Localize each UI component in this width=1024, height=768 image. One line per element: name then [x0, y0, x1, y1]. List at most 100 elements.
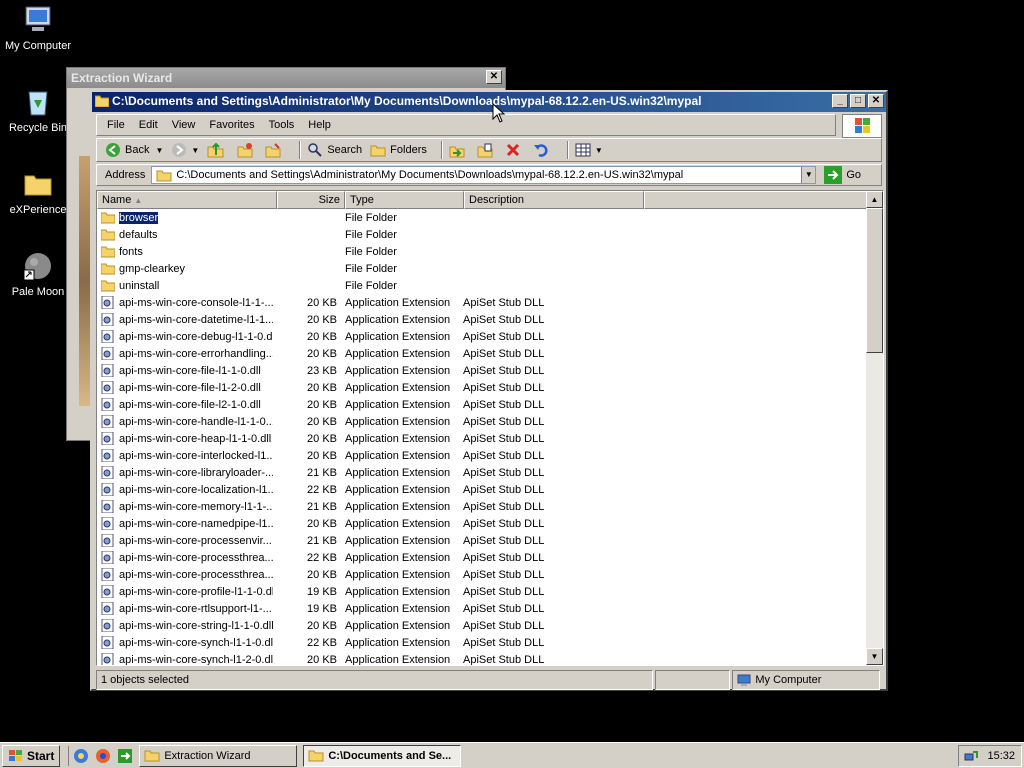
file-row[interactable]: api-ms-win-core-namedpipe-l1... 20 KB Appl…: [97, 515, 867, 532]
menu-favorites[interactable]: Favorites: [209, 119, 254, 131]
file-row[interactable]: api-ms-win-core-file-l1-1-0.dll 23 KB Appl…: [97, 362, 867, 379]
scroll-thumb[interactable]: [866, 208, 883, 353]
go-arrow-icon: [824, 166, 843, 184]
address-dropdown-button[interactable]: ▼: [801, 167, 816, 183]
menu-bar: File Edit View Favorites Tools Help: [96, 114, 836, 136]
file-size: 20 KB: [307, 415, 337, 428]
move-to-button[interactable]: [449, 142, 469, 158]
folder-row[interactable]: gmp-clearkey File Folder: [97, 260, 867, 277]
file-row[interactable]: api-ms-win-core-file-l1-2-0.dll 20 KB Appl…: [97, 379, 867, 396]
explorer-window[interactable]: C:\Documents and Settings\Administrator\…: [90, 90, 888, 691]
column-header-size[interactable]: Size: [277, 191, 345, 209]
menu-tools[interactable]: Tools: [269, 119, 295, 131]
chevron-down-icon[interactable]: ▼: [191, 146, 199, 155]
network-icon[interactable]: [963, 748, 979, 764]
column-header-type[interactable]: Type: [345, 191, 464, 209]
menu-view[interactable]: View: [172, 119, 196, 131]
sort-ascending-icon: ▲: [134, 196, 143, 205]
file-row[interactable]: api-ms-win-core-interlocked-l1... 20 KB Ap…: [97, 447, 867, 464]
folder-row[interactable]: fonts File Folder: [97, 243, 867, 260]
file-row[interactable]: api-ms-win-core-synch-l1-1-0.dll 22 KB App…: [97, 634, 867, 651]
go-button[interactable]: Go: [824, 166, 861, 184]
firefox-icon[interactable]: [95, 748, 111, 764]
maximize-button[interactable]: □: [850, 94, 866, 108]
views-button[interactable]: ▼: [575, 143, 603, 157]
scroll-down-button[interactable]: ▼: [866, 648, 883, 665]
file-row[interactable]: api-ms-win-core-processthrea... 20 KB Appl…: [97, 566, 867, 583]
file-row[interactable]: api-ms-win-core-profile-l1-1-0.dll 19 KB A…: [97, 583, 867, 600]
new-folder-button[interactable]: [237, 142, 257, 158]
file-type: Application Extension: [345, 500, 451, 513]
folder-row[interactable]: uninstall File Folder: [97, 277, 867, 294]
column-headers: Name ▲ Size Type Description: [97, 191, 867, 209]
file-row[interactable]: api-ms-win-core-memory-l1-1-... 21 KB Appl…: [97, 498, 867, 515]
file-row[interactable]: api-ms-win-core-processenvir... 21 KB Appl…: [97, 532, 867, 549]
file-row[interactable]: api-ms-win-core-processthrea... 22 KB Appl…: [97, 549, 867, 566]
copy-to-button[interactable]: [477, 142, 497, 158]
clock[interactable]: 15:32: [987, 750, 1015, 762]
file-type: Application Extension: [345, 313, 451, 326]
file-row[interactable]: api-ms-win-core-rtlsupport-l1-... 19 KB Ap…: [97, 600, 867, 617]
vertical-scrollbar[interactable]: ▲ ▼: [866, 191, 883, 665]
wizard-titlebar[interactable]: Extraction Wizard ✕: [67, 68, 505, 88]
delete-button[interactable]: [505, 142, 525, 158]
file-row[interactable]: api-ms-win-core-file-l2-1-0.dll 20 KB Appl…: [97, 396, 867, 413]
scroll-up-button[interactable]: ▲: [866, 191, 883, 208]
file-size: 20 KB: [307, 296, 337, 309]
desktop-icon-recycle-bin[interactable]: Recycle Bin: [0, 86, 76, 134]
desktop-icon-experience[interactable]: eXPerience: [0, 168, 76, 216]
address-input[interactable]: C:\Documents and Settings\Administrator\…: [151, 166, 817, 184]
file-name-cell: api-ms-win-core-file-l1-1-0.dll: [97, 364, 273, 377]
folder-row[interactable]: browser File Folder: [97, 209, 867, 226]
desktop-icon-pale-moon[interactable]: Pale Moon: [0, 250, 76, 298]
wizard-close-button[interactable]: ✕: [486, 70, 502, 84]
chevron-down-icon[interactable]: ▼: [155, 146, 163, 155]
file-name: api-ms-win-core-processenvir...: [119, 534, 272, 547]
column-header-name[interactable]: Name ▲: [97, 191, 277, 209]
menu-edit[interactable]: Edit: [139, 119, 158, 131]
taskbar-item-explorer[interactable]: C:\Documents and Se...: [303, 744, 462, 767]
file-row[interactable]: api-ms-win-core-libraryloader-... 21 KB Ap…: [97, 464, 867, 481]
chevron-down-icon[interactable]: ▼: [595, 146, 603, 155]
file-name-cell: api-ms-win-core-file-l1-2-0.dll: [97, 381, 273, 394]
file-row[interactable]: api-ms-win-core-debug-l1-1-0.dll 20 KB App…: [97, 328, 867, 345]
file-row[interactable]: api-ms-win-core-string-l1-1-0.dll 20 KB Ap…: [97, 617, 867, 634]
menu-help[interactable]: Help: [308, 119, 331, 131]
file-name-cell: defaults: [97, 228, 273, 241]
file-type: Application Extension: [345, 551, 451, 564]
up-folder-button[interactable]: [207, 142, 229, 158]
file-name-cell: api-ms-win-core-rtlsupport-l1-...: [97, 602, 273, 615]
file-row[interactable]: api-ms-win-core-heap-l1-1-0.dll 20 KB Appl…: [97, 430, 867, 447]
column-header-description[interactable]: Description: [464, 191, 644, 209]
address-bar: Address C:\Documents and Settings\Admini…: [96, 164, 882, 186]
forward-button[interactable]: ▼: [171, 142, 199, 158]
menu-file[interactable]: File: [107, 119, 125, 131]
computer-icon: [25, 6, 51, 31]
file-row[interactable]: api-ms-win-core-synch-l1-2-0.dll 20 KB App…: [97, 651, 867, 665]
desktop-icon-my-computer[interactable]: My Computer: [0, 4, 76, 52]
search-button[interactable]: Search: [307, 142, 362, 158]
share-folder-button[interactable]: [265, 142, 285, 158]
file-row[interactable]: api-ms-win-core-localization-l1... 22 KB A…: [97, 481, 867, 498]
file-row[interactable]: api-ms-win-core-datetime-l1-1... 20 KB App…: [97, 311, 867, 328]
file-description: ApiSet Stub DLL: [463, 551, 545, 564]
switch-windows-icon[interactable]: [117, 748, 133, 764]
file-row[interactable]: api-ms-win-core-console-l1-1-... 20 KB App…: [97, 294, 867, 311]
minimize-button[interactable]: _: [832, 94, 848, 108]
file-list[interactable]: Name ▲ Size Type Description browser File…: [96, 190, 884, 666]
undo-button[interactable]: [533, 142, 553, 158]
browser-icon[interactable]: [73, 748, 89, 764]
back-button[interactable]: Back ▼: [105, 142, 163, 158]
file-row[interactable]: api-ms-win-core-handle-l1-1-0... 20 KB App…: [97, 413, 867, 430]
file-row[interactable]: api-ms-win-core-errorhandling... 20 KB App…: [97, 345, 867, 362]
explorer-titlebar[interactable]: C:\Documents and Settings\Administrator\…: [92, 92, 886, 112]
folders-button[interactable]: Folders: [370, 142, 427, 158]
file-description: ApiSet Stub DLL: [463, 449, 545, 462]
taskbar-item-extraction-wizard[interactable]: Extraction Wizard: [139, 744, 298, 767]
start-button[interactable]: Start: [2, 744, 61, 767]
close-button[interactable]: ✕: [868, 94, 884, 108]
folder-icon: [308, 750, 324, 762]
file-name-cell: api-ms-win-core-datetime-l1-1...: [97, 313, 273, 326]
file-description: ApiSet Stub DLL: [463, 534, 545, 547]
folder-row[interactable]: defaults File Folder: [97, 226, 867, 243]
